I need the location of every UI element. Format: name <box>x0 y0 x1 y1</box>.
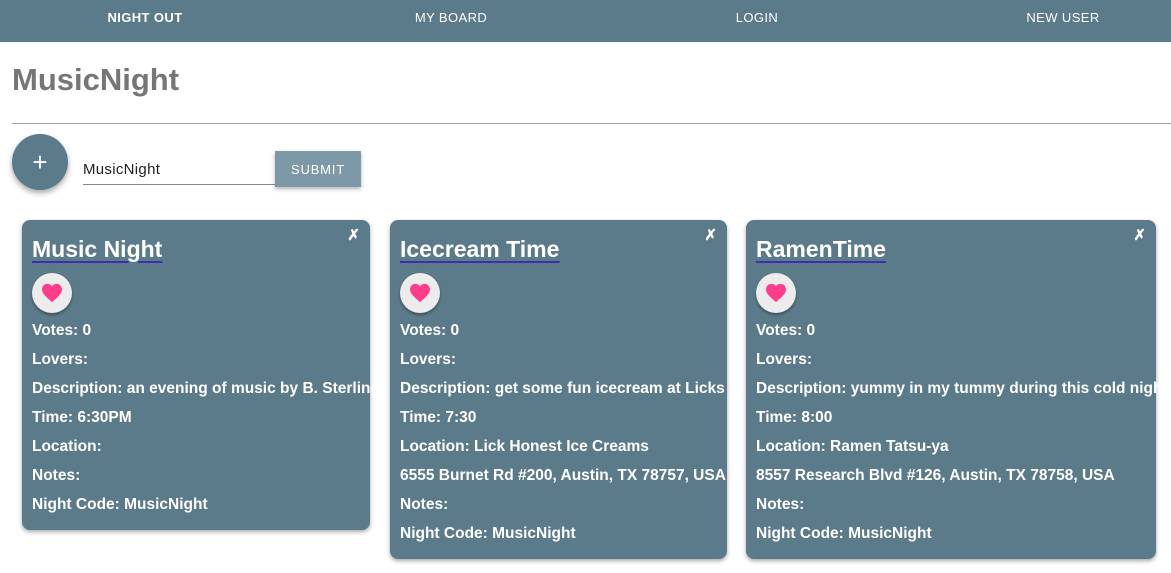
card-location: Location: Ramen Tatsu-ya <box>756 438 949 455</box>
love-button[interactable] <box>32 273 72 313</box>
card-lovers: Lovers: <box>756 351 812 368</box>
card-location: Location: Lick Honest Ice Creams <box>400 438 649 455</box>
divider <box>12 123 1171 124</box>
card-notes: Notes: <box>400 496 449 513</box>
nav-login[interactable]: LOGIN <box>657 0 857 42</box>
close-icon[interactable]: ✗ <box>704 226 717 244</box>
card-address: 8557 Research Blvd #126, Austin, TX 7875… <box>756 467 1115 484</box>
plus-icon: + <box>32 147 48 177</box>
card-time: Time: 6:30PM <box>32 409 132 426</box>
card-title-link[interactable]: Icecream Time <box>400 234 559 266</box>
nav-night-out[interactable]: NIGHT OUT <box>45 0 245 42</box>
love-button[interactable] <box>756 273 796 313</box>
card-title-link[interactable]: RamenTime <box>756 234 886 266</box>
page-title: MusicNight <box>12 62 180 97</box>
night-code-input[interactable] <box>83 154 275 185</box>
card-votes: Votes: 0 <box>400 322 460 339</box>
submit-button[interactable]: SUBMIT <box>275 151 361 187</box>
card-night-code: Night Code: MusicNight <box>32 496 208 513</box>
card-night-code: Night Code: MusicNight <box>756 525 932 542</box>
nav-new-user[interactable]: NEW USER <box>963 0 1163 42</box>
add-night-button[interactable]: + <box>12 134 68 190</box>
card-time: Time: 8:00 <box>756 409 833 426</box>
card-address: 6555 Burnet Rd #200, Austin, TX 78757, U… <box>400 467 726 484</box>
card-votes: Votes: 0 <box>32 322 92 339</box>
card-description: Description: get some fun icecream at Li… <box>400 380 725 397</box>
heart-icon <box>766 283 786 303</box>
card-night-code: Night Code: MusicNight <box>400 525 576 542</box>
close-icon[interactable]: ✗ <box>347 226 360 244</box>
card-notes: Notes: <box>756 496 805 513</box>
heart-icon <box>410 283 430 303</box>
card-votes: Votes: 0 <box>756 322 816 339</box>
top-nav: NIGHT OUT MY BOARD LOGIN NEW USER <box>0 0 1171 42</box>
card-description: Description: an evening of music by B. S… <box>32 380 380 397</box>
night-card: ✗ RamenTime Votes: 0 Lovers: Description… <box>746 220 1168 559</box>
heart-icon <box>42 283 62 303</box>
card-notes: Notes: <box>32 467 81 484</box>
close-icon[interactable]: ✗ <box>1133 226 1146 244</box>
card-time: Time: 7:30 <box>400 409 477 426</box>
card-location: Location: <box>32 438 102 455</box>
card-lovers: Lovers: <box>32 351 88 368</box>
night-card: ✗ Music Night Votes: 0 Lovers: Descripti… <box>22 220 380 530</box>
card-lovers: Lovers: <box>400 351 456 368</box>
card-description: Description: yummy in my tummy during th… <box>756 380 1168 397</box>
love-button[interactable] <box>400 273 440 313</box>
card-title-link[interactable]: Music Night <box>32 234 162 266</box>
night-card: ✗ Icecream Time Votes: 0 Lovers: Descrip… <box>390 220 727 559</box>
nav-my-board[interactable]: MY BOARD <box>351 0 551 42</box>
